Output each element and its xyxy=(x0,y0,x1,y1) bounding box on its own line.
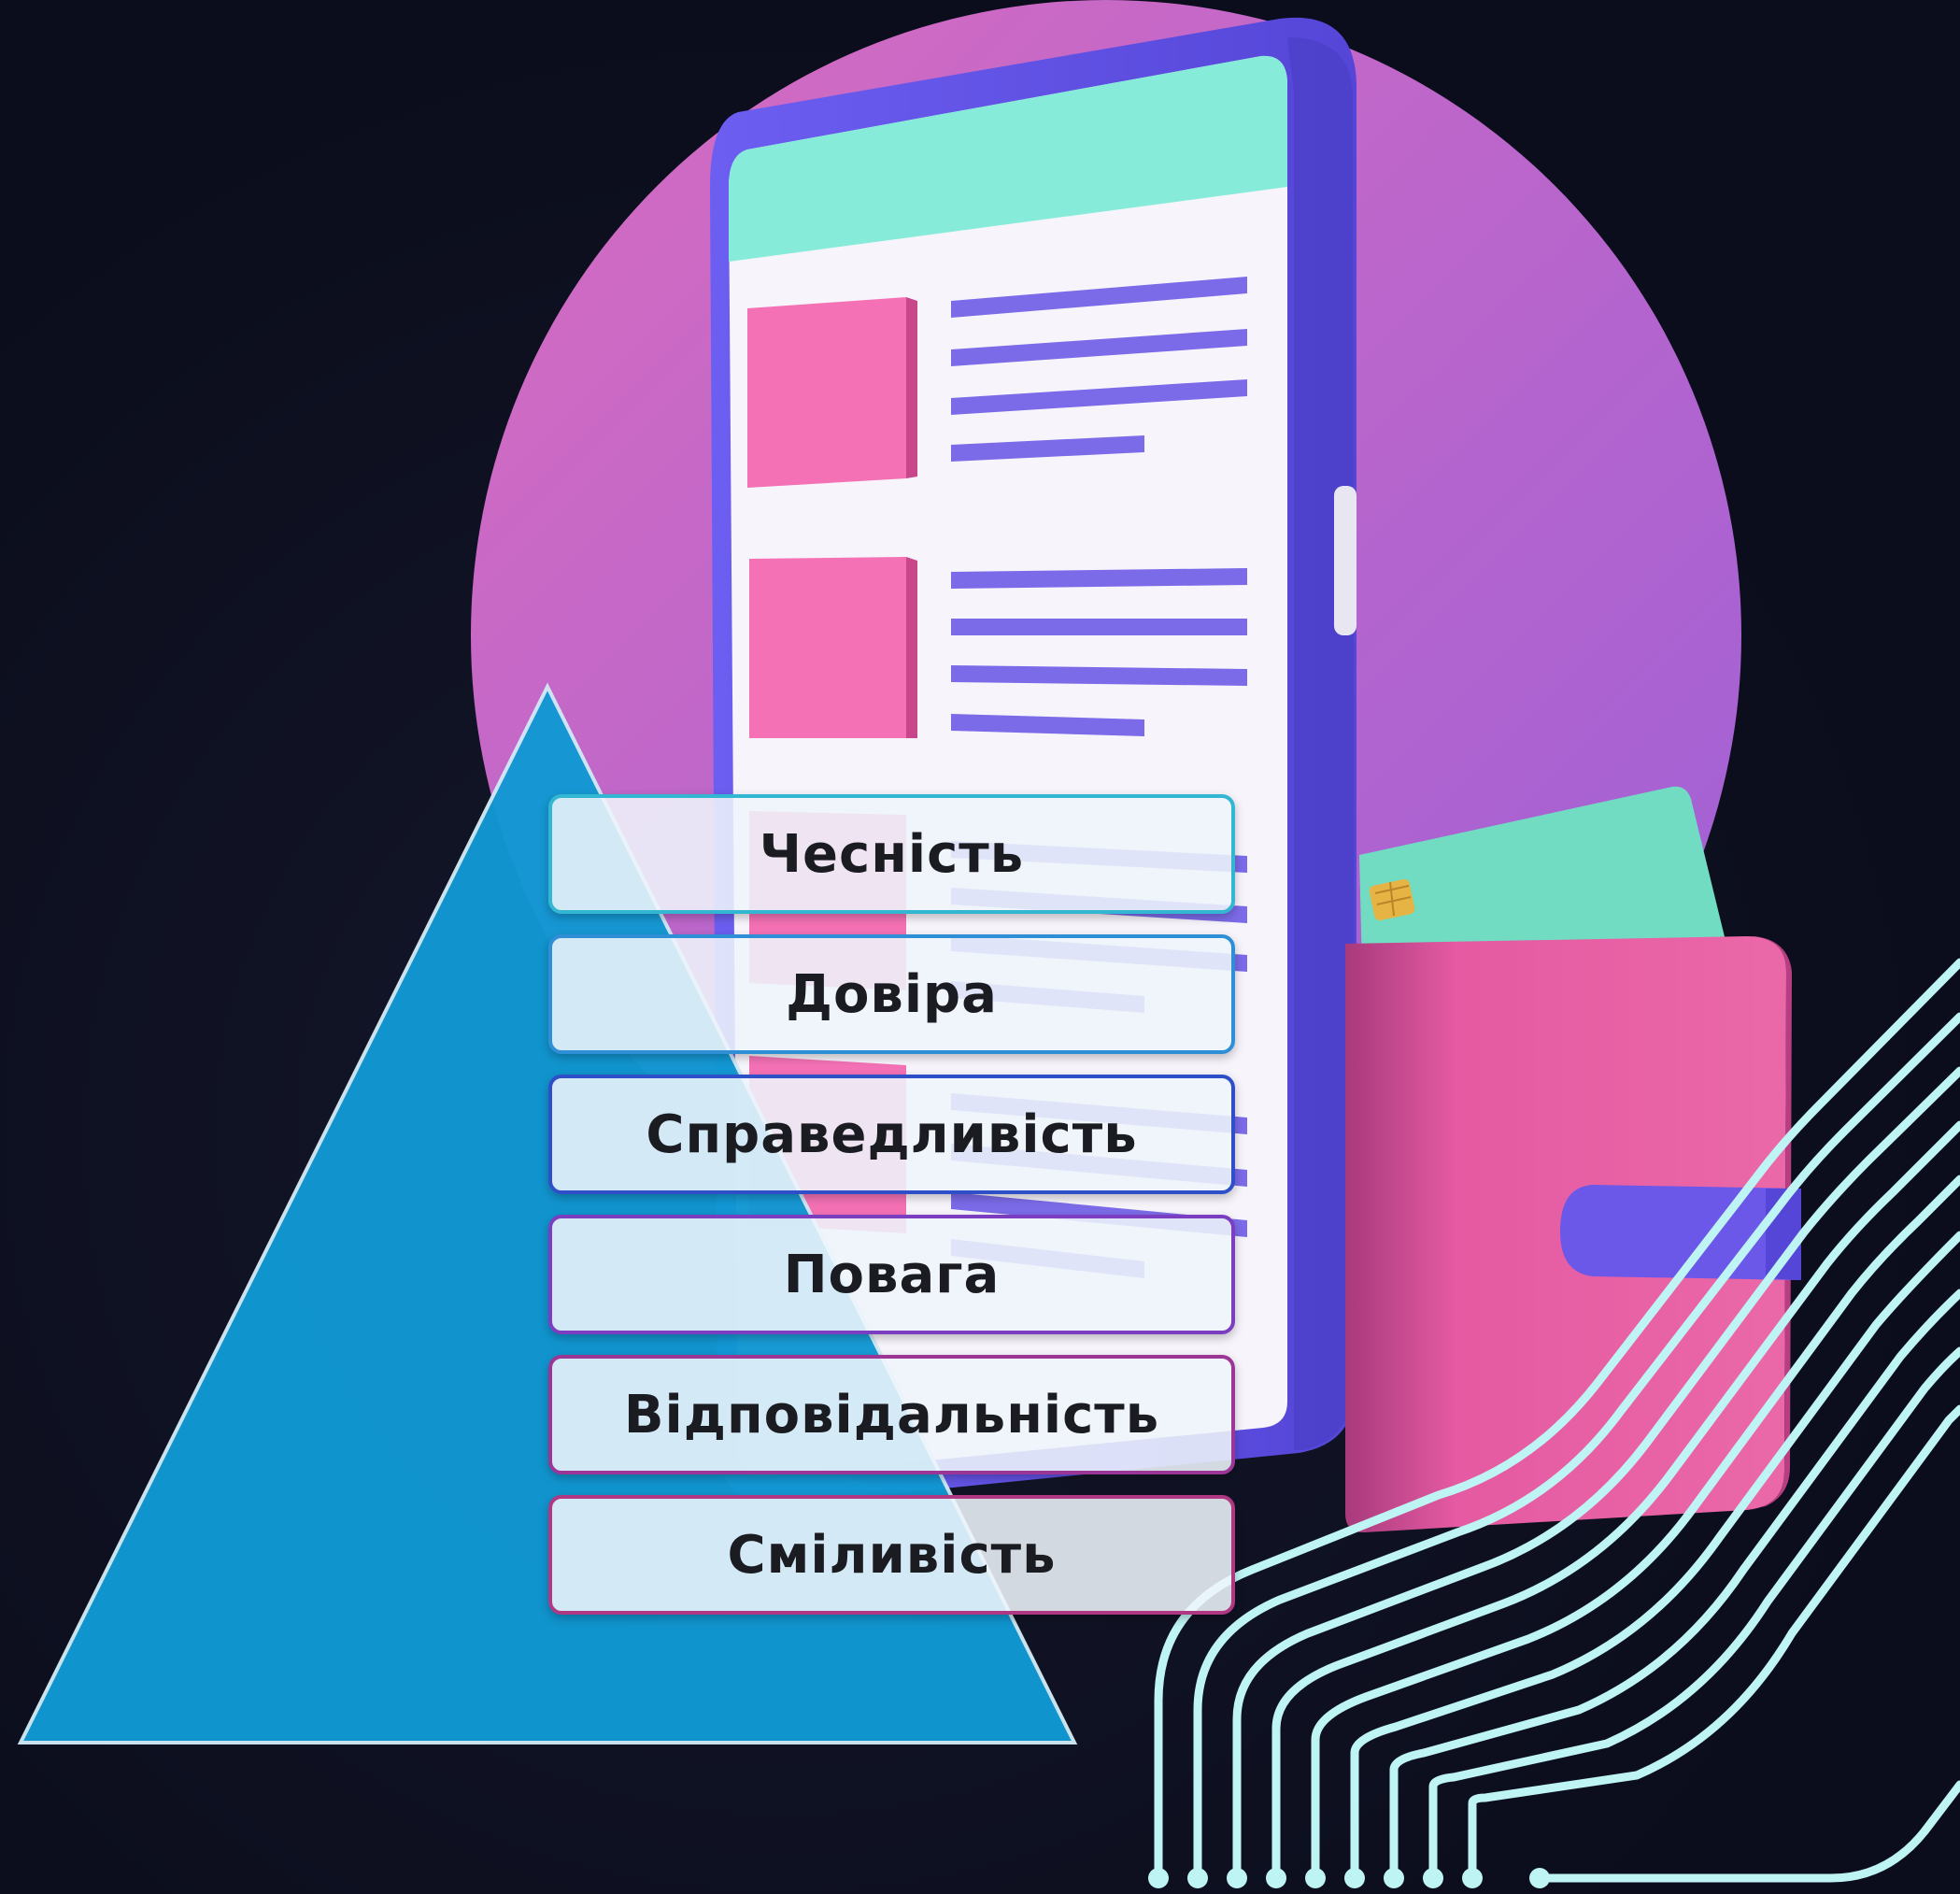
pyramid-level-3: Справедливість xyxy=(548,1075,1235,1194)
wallet-illustration xyxy=(1345,786,1801,1532)
pyramid-level-5: Відповідальність xyxy=(548,1355,1235,1474)
circuit-dots xyxy=(1148,1868,1550,1888)
pyramid-level-6: Сміливість xyxy=(548,1495,1235,1615)
pyramid-level-2-label: Довіра xyxy=(786,963,998,1025)
pyramid-level-4: Повага xyxy=(548,1215,1235,1334)
pyramid-level-1: Чесність xyxy=(548,794,1235,914)
pyramid-level-2: Довіра xyxy=(548,934,1235,1054)
pyramid-level-1-label: Чесність xyxy=(759,823,1025,885)
pyramid-level-4-label: Повага xyxy=(783,1244,1001,1305)
illustration-canvas: Чесність Довіра Справедливість Повага Ві… xyxy=(0,0,1960,1894)
pyramid-level-3-label: Справедливість xyxy=(646,1104,1138,1165)
pyramid-level-6-label: Сміливість xyxy=(727,1524,1057,1586)
pyramid-level-5-label: Відповідальність xyxy=(623,1384,1160,1445)
